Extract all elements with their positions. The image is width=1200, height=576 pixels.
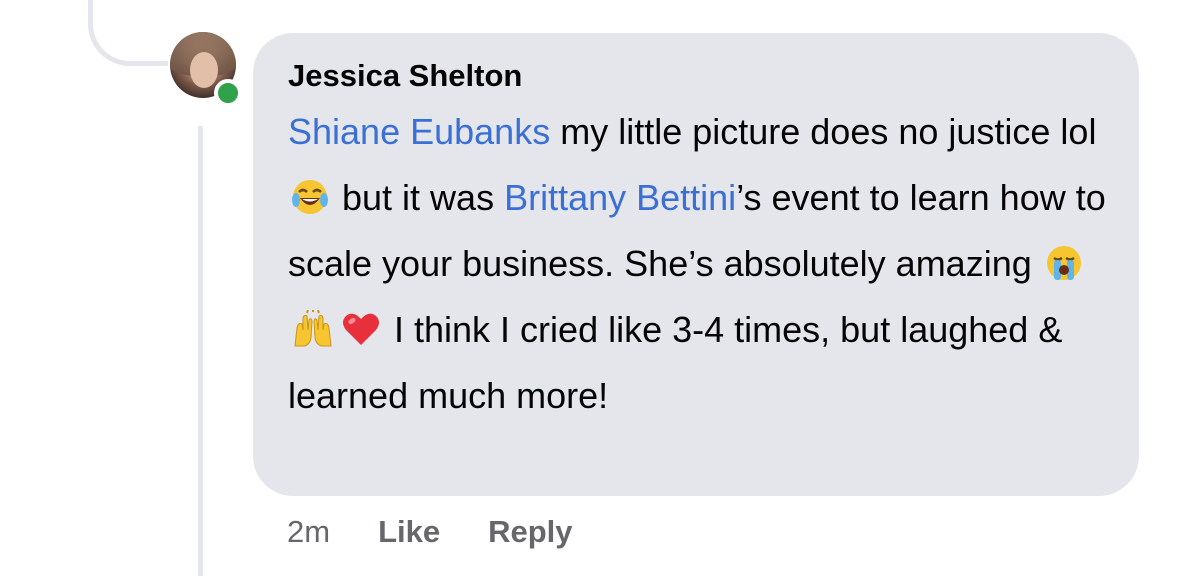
avatar-face <box>190 52 218 88</box>
comment-bubble: Jessica Shelton Shiane Eubanks my little… <box>253 33 1139 496</box>
comment-reply-view: Jessica Shelton Shiane Eubanks my little… <box>0 0 1200 576</box>
reply-button[interactable]: Reply <box>488 514 572 550</box>
comment-text-segment: I think I cried like 3-4 times, but laug… <box>288 309 1063 416</box>
mention-link[interactable]: Brittany Bettini <box>504 177 736 218</box>
comment-text-segment: my little picture does no justice lol <box>550 111 1097 152</box>
thread-line <box>198 126 203 576</box>
comment-text: Shiane Eubanks my little picture does no… <box>288 99 1118 429</box>
raising-hands-icon <box>291 310 335 348</box>
comment-text-segment: but it was <box>332 177 505 218</box>
loudly-crying-face-icon <box>1045 244 1083 282</box>
online-status-dot <box>214 79 242 107</box>
comment-actions: 2m Like Reply <box>287 510 573 554</box>
red-heart-icon <box>341 310 381 348</box>
mention-link[interactable]: Shiane Eubanks <box>288 111 550 152</box>
comment-timestamp: 2m <box>287 514 331 549</box>
face-with-tears-of-joy-icon <box>291 178 329 216</box>
like-button[interactable]: Like <box>378 514 440 550</box>
comment-author[interactable]: Jessica Shelton <box>288 57 1109 95</box>
thread-connector <box>88 0 168 66</box>
